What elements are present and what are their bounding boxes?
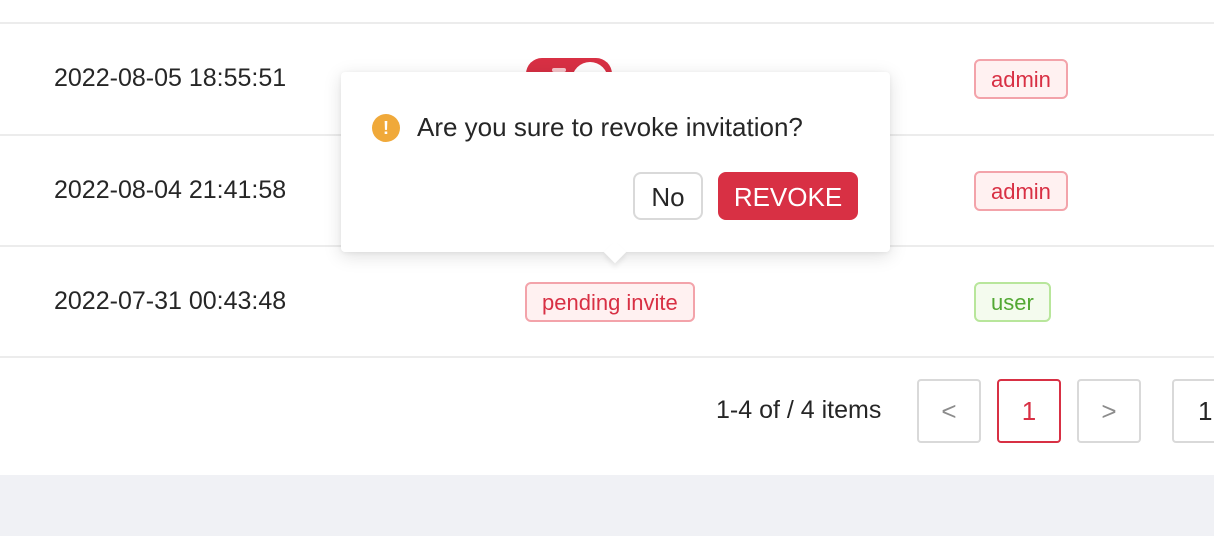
row-divider <box>0 356 1214 358</box>
status-tag-pending-invite[interactable]: pending invite <box>525 282 695 322</box>
chevron-right-icon: > <box>1101 396 1117 426</box>
joined-date-cell: 2022-07-31 00:43:48 <box>54 287 287 315</box>
revoke-popconfirm: ! Are you sure to revoke invitation? No … <box>341 72 890 264</box>
role-tag-admin: admin <box>974 59 1068 99</box>
revoke-button[interactable]: REVOKE <box>718 172 858 220</box>
cancel-button[interactable]: No <box>633 172 703 220</box>
pagination-total-text: 1-4 of / 4 items <box>716 396 882 424</box>
row-divider <box>0 22 1214 24</box>
role-tag-admin: admin <box>974 171 1068 211</box>
chevron-left-icon: < <box>941 396 957 426</box>
popconfirm-title: Are you sure to revoke invitation? <box>417 112 803 142</box>
pagination-prev-button[interactable]: < <box>917 379 981 443</box>
page-size-select[interactable]: 1 <box>1172 379 1214 443</box>
joined-date-cell: 2022-08-04 21:41:58 <box>54 176 287 204</box>
pagination-next-button[interactable]: > <box>1077 379 1141 443</box>
joined-date-cell: 2022-08-05 18:55:51 <box>54 64 287 92</box>
exclamation-circle-icon: ! <box>372 114 400 142</box>
role-tag-user: user <box>974 282 1051 322</box>
pagination-page-1[interactable]: 1 <box>997 379 1061 443</box>
